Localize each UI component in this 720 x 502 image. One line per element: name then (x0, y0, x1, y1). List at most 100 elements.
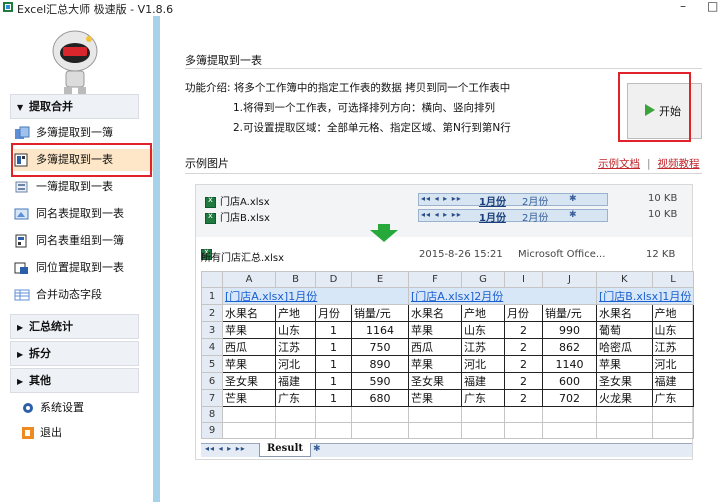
table-cell: 750 (351, 338, 409, 356)
app-icon (3, 2, 13, 12)
tab-label: 1月份 (479, 213, 506, 224)
highlight-box (11, 143, 152, 177)
settings-icon (23, 403, 33, 413)
table-cell: 福建 (461, 372, 505, 390)
tab-label: 2月份 (522, 197, 549, 208)
sidebar-item-label: 合并动态字段 (36, 288, 102, 301)
table-cell: 苹果 (596, 355, 653, 373)
table-row: 6 圣女果 福建 1 590 圣女果 福建 2 600 圣女果 福建 (201, 372, 695, 390)
sidebar-item-exit[interactable]: 退出 (22, 422, 162, 444)
tab-nav-arrows: ◂◂ ◂ ▸ ▸▸ (205, 444, 246, 453)
table-cell: 产地 (275, 304, 316, 322)
group-label: 拆分 (29, 347, 51, 360)
table-cell: 600 (542, 372, 597, 390)
group-other[interactable]: ▶ 其他 (10, 368, 139, 393)
row-number: 4 (201, 338, 223, 356)
table-row: 3 苹果 山东 1 1164 苹果 山东 2 990 葡萄 山东 (201, 321, 695, 339)
table-cell: 苹果 (408, 321, 462, 339)
position-icon (14, 262, 28, 274)
table-cell: 苹果 (222, 321, 276, 339)
new-sheet-icon: ✱ (313, 444, 321, 454)
table-cell: 862 (542, 338, 597, 356)
sample-label: 示例图片 (185, 157, 229, 170)
file-size: 10 KB (648, 209, 678, 220)
column-header: E (351, 271, 409, 288)
column-header: B (275, 271, 316, 288)
sidebar-item-same-name-regroup[interactable]: 同名表重组到一簿 (14, 230, 154, 252)
table-cell: 2 (504, 355, 543, 373)
table-cell: 芒果 (408, 389, 462, 407)
expand-down-icon: ▼ (17, 103, 24, 112)
group-split[interactable]: ▶ 拆分 (10, 341, 139, 366)
table-row: 7 芒果 广东 1 680 芒果 广东 2 702 火龙果 广东 (201, 389, 695, 407)
maximize-button[interactable]: □ (707, 0, 718, 13)
table-cell: 芒果 (222, 389, 276, 407)
column-header-row: A B D E F G I J K L (201, 271, 695, 288)
source-header-cell: [门店A.xlsx]1月份 (222, 287, 409, 305)
intro-text: 功能介绍: 将多个工作簿中的指定工作表的数据 拷贝到同一个工作表中 (185, 82, 511, 94)
sheet-tab-result: Result (259, 443, 311, 457)
table-cell: 水果名 (596, 304, 653, 322)
sidebar-item-same-name-to-sheet[interactable]: 同名表提取到一表 (14, 203, 154, 225)
tab-label: 1月份 (479, 197, 506, 208)
table-cell: 河北 (461, 355, 505, 373)
mascot-logo (52, 30, 98, 95)
table-cell: 火龙果 (596, 389, 653, 407)
sidebar-item-label: 同名表重组到一簿 (36, 234, 124, 247)
table-cell: 680 (351, 389, 409, 407)
table-cell: 月份 (504, 304, 543, 322)
file-size: 12 KB (646, 249, 676, 260)
group-extract-merge[interactable]: ▼ 提取合并 (10, 94, 139, 119)
table-row: 9 (201, 422, 695, 439)
table-cell: 广东 (275, 389, 316, 407)
sidebar-item-one-book-to-sheet[interactable]: 一簿提取到一表 (14, 176, 154, 198)
sidebar-item-label: 退出 (40, 426, 62, 439)
table-cell: 702 (542, 389, 597, 407)
table-cell: 2 (504, 389, 543, 407)
table-cell: 西瓜 (408, 338, 462, 356)
table-cell: 西瓜 (222, 338, 276, 356)
table-cell: 哈密瓜 (596, 338, 653, 356)
minimize-button[interactable]: – (680, 0, 686, 13)
sidebar-item-multi-book-to-book[interactable]: 多簿提取到一簿 (14, 122, 154, 144)
table-cell: 福建 (651, 372, 695, 390)
table-cell: 1 (315, 355, 352, 373)
sample-doc-link[interactable]: 示例文档 (598, 158, 640, 170)
table-cell: 圣女果 (222, 372, 276, 390)
table-cell: 销量/元 (542, 304, 597, 322)
sidebar: ▼ 提取合并 多簿提取到一簿 多簿提取到一表 一簿提取到一表 同名表提取到一表 同… (0, 16, 154, 502)
table-row: 4 西瓜 江苏 1 750 西瓜 江苏 2 862 哈密瓜 江苏 (201, 338, 695, 356)
table-cell: 产地 (461, 304, 505, 322)
table-cell: 水果名 (222, 304, 276, 322)
expand-right-icon: ▶ (17, 350, 24, 359)
sidebar-item-label: 系统设置 (40, 401, 84, 414)
result-spreadsheet: A B D E F G I J K L 1 [门店A.xlsx]1月份 [门店A… (201, 271, 695, 439)
sidebar-item-label: 多簿提取到一簿 (36, 126, 113, 139)
expand-right-icon: ▶ (17, 377, 24, 386)
table-cell: 1164 (351, 321, 409, 339)
sidebar-item-settings[interactable]: 系统设置 (22, 397, 162, 419)
sidebar-item-same-position[interactable]: 同位置提取到一表 (14, 257, 154, 279)
table-cell: 江苏 (651, 338, 695, 356)
column-header: D (315, 271, 352, 288)
column-header: I (504, 271, 543, 288)
table-cell: 2 (504, 321, 543, 339)
video-tutorial-link[interactable]: 视频教程 (658, 158, 700, 170)
table-cell: 1 (315, 321, 352, 339)
highlight-box (618, 72, 691, 142)
group-summary-stats[interactable]: ▶ 汇总统计 (10, 314, 139, 339)
sidebar-item-merge-dynamic-fields[interactable]: 合并动态字段 (14, 284, 154, 306)
table-cell: 月份 (315, 304, 352, 322)
table-cell: 广东 (461, 389, 505, 407)
file-name: 门店A.xlsx (220, 197, 270, 208)
table-cell: 山东 (651, 321, 695, 339)
title-bar: Excel汇总大师 极速版 - V1.8.6 – □ (0, 0, 720, 16)
window-title: Excel汇总大师 极速版 - V1.8.6 (17, 3, 174, 16)
corner-cell (201, 271, 223, 288)
excel-file-icon (205, 211, 216, 224)
table-cell: 1 (315, 372, 352, 390)
row-number: 9 (201, 422, 223, 439)
table-cell: 河北 (275, 355, 316, 373)
row-number: 8 (201, 406, 223, 423)
column-header: A (222, 271, 276, 288)
